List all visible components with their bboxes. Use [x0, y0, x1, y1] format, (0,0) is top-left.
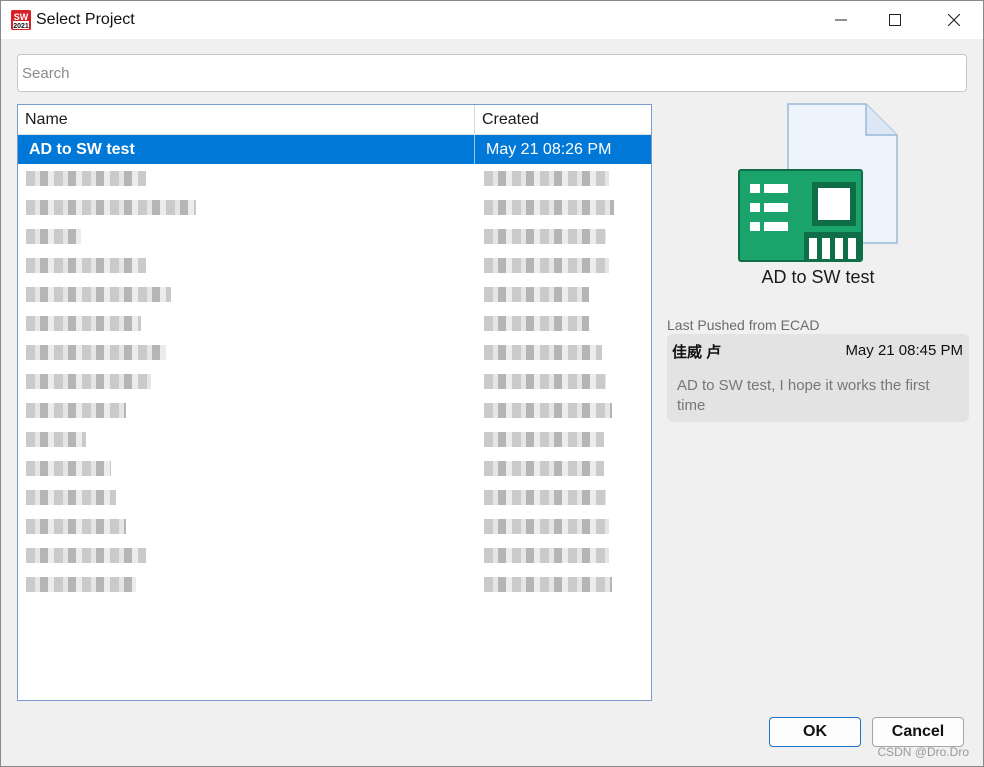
obscured-created	[484, 548, 609, 563]
table-row[interactable]	[18, 367, 651, 396]
table-row[interactable]	[18, 570, 651, 599]
search-input[interactable]	[17, 54, 967, 92]
obscured-name	[26, 432, 86, 447]
obscured-name	[26, 577, 136, 592]
last-pushed-label: Last Pushed from ECAD	[667, 317, 820, 333]
obscured-created	[484, 577, 612, 592]
obscured-name	[26, 200, 196, 215]
obscured-name	[26, 345, 166, 360]
table-row[interactable]	[18, 222, 651, 251]
table-row[interactable]	[18, 338, 651, 367]
table-row[interactable]	[18, 396, 651, 425]
obscured-created	[484, 287, 589, 302]
column-header-name[interactable]: Name	[25, 111, 68, 129]
obscured-name	[26, 490, 116, 505]
solidworks-2021-icon: SW 2021	[11, 10, 31, 30]
commit-message: AD to SW test, I hope it works the first…	[677, 377, 930, 414]
obscured-created	[484, 519, 609, 534]
cancel-button[interactable]: Cancel	[872, 717, 964, 747]
commit-author: 佳威 卢	[672, 344, 722, 361]
table-row[interactable]	[18, 541, 651, 570]
pcb-project-file-icon	[738, 103, 898, 262]
commit-date: May 21 08:45 PM	[845, 342, 963, 359]
minimize-icon	[835, 19, 847, 21]
obscured-name	[26, 171, 146, 186]
ok-button[interactable]: OK	[769, 717, 861, 747]
obscured-name	[26, 374, 151, 389]
project-table: Name Created AD to SW test May 21 08:26 …	[17, 104, 652, 701]
maximize-button[interactable]	[870, 1, 920, 39]
obscured-created	[484, 490, 606, 505]
preview-project-name: AD to SW test	[761, 267, 875, 287]
obscured-name	[26, 548, 146, 563]
row-created: May 21 08:26 PM	[486, 141, 612, 158]
table-row[interactable]	[18, 483, 651, 512]
obscured-name	[26, 461, 111, 476]
obscured-created	[484, 345, 602, 360]
table-row[interactable]: AD to SW test May 21 08:26 PM	[18, 135, 651, 164]
column-divider	[474, 135, 475, 164]
minimize-button[interactable]	[816, 1, 866, 39]
table-row[interactable]	[18, 280, 651, 309]
table-row[interactable]	[18, 425, 651, 454]
title-bar: SW 2021 Select Project	[1, 1, 983, 39]
obscured-name	[26, 258, 146, 273]
watermark: CSDN @Dro.Dro	[877, 745, 969, 759]
table-row[interactable]	[18, 164, 651, 193]
table-row[interactable]	[18, 512, 651, 541]
maximize-icon	[889, 14, 901, 26]
column-header-created[interactable]: Created	[482, 111, 539, 129]
obscured-created	[484, 374, 606, 389]
obscured-created	[484, 432, 604, 447]
close-icon	[948, 14, 960, 26]
table-row[interactable]	[18, 251, 651, 280]
obscured-created	[484, 403, 612, 418]
obscured-name	[26, 403, 126, 418]
table-header: Name Created	[18, 105, 651, 135]
obscured-name	[26, 519, 126, 534]
obscured-name	[26, 229, 81, 244]
table-row[interactable]	[18, 309, 651, 338]
table-row[interactable]	[18, 454, 651, 483]
obscured-created	[484, 258, 609, 273]
obscured-created	[484, 229, 606, 244]
column-divider[interactable]	[474, 105, 475, 134]
close-button[interactable]	[929, 1, 979, 39]
row-name: AD to SW test	[29, 141, 135, 158]
svg-text:SW: SW	[14, 12, 29, 22]
table-row[interactable]	[18, 193, 651, 222]
obscured-created	[484, 171, 609, 186]
obscured-name	[26, 316, 141, 331]
window-title: Select Project	[36, 11, 135, 28]
obscured-created	[484, 200, 614, 215]
obscured-created	[484, 461, 604, 476]
svg-text:2021: 2021	[13, 23, 29, 30]
obscured-created	[484, 316, 589, 331]
select-project-dialog: SW 2021 Select Project Name Create	[0, 0, 984, 767]
commit-card: 佳威 卢 May 21 08:45 PM AD to SW test, I ho…	[667, 334, 969, 422]
obscured-name	[26, 287, 171, 302]
